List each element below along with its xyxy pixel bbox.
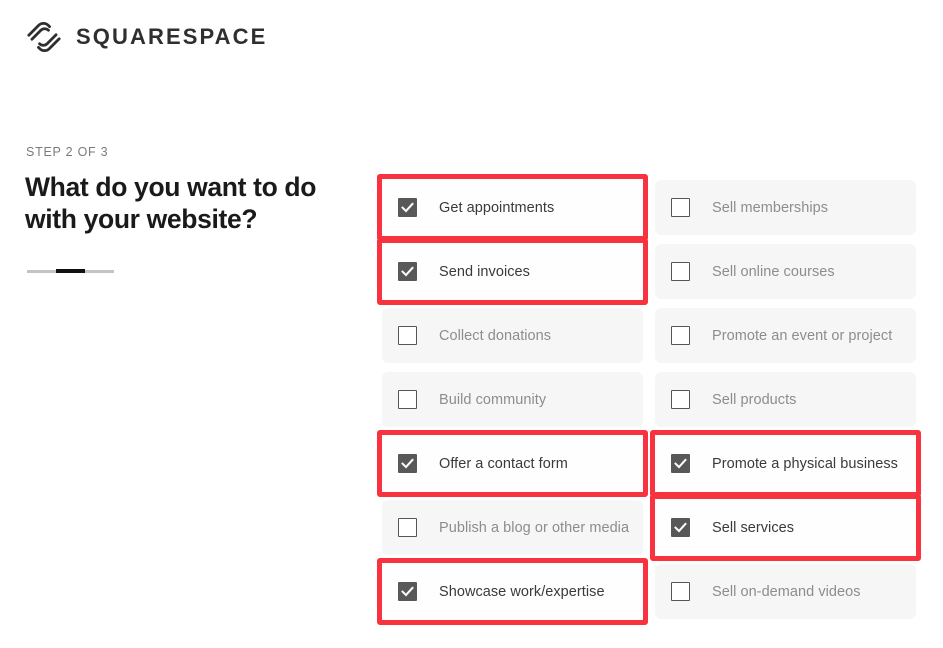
option-row[interactable]: Get appointments: [382, 180, 643, 235]
progress-segment-3: [85, 269, 114, 273]
step-indicator-label: STEP 2 OF 3: [26, 145, 109, 159]
option-label: Sell online courses: [712, 263, 835, 280]
option-row[interactable]: Publish a blog or other media: [382, 500, 643, 555]
onboarding-page: SQUARESPACE STEP 2 OF 3 What do you want…: [0, 0, 943, 648]
option-label: Publish a blog or other media: [439, 519, 630, 536]
page-title: What do you want to do with your website…: [25, 172, 317, 234]
checkbox-unchecked-icon[interactable]: [671, 326, 690, 345]
checkmark-icon: [399, 263, 416, 280]
checkmark-icon: [399, 455, 416, 472]
squarespace-logo-icon: [27, 22, 61, 52]
checkbox-unchecked-icon[interactable]: [671, 390, 690, 409]
option-row[interactable]: Sell online courses: [655, 244, 916, 299]
option-label: Sell services: [712, 519, 795, 536]
option-label: Get appointments: [439, 199, 555, 216]
option-row[interactable]: Send invoices: [382, 244, 643, 299]
option-label: Build community: [439, 391, 547, 408]
checkbox-unchecked-icon[interactable]: [398, 518, 417, 537]
checkbox-checked-icon[interactable]: [398, 198, 417, 217]
checkbox-unchecked-icon[interactable]: [398, 390, 417, 409]
checkmark-icon: [399, 199, 416, 216]
option-row[interactable]: Build community: [382, 372, 643, 427]
checkmark-icon: [672, 455, 689, 472]
option-label: Sell on-demand videos: [712, 583, 861, 600]
option-row[interactable]: Sell on-demand videos: [655, 564, 916, 619]
option-label: Sell products: [712, 391, 797, 408]
option-row[interactable]: Sell products: [655, 372, 916, 427]
checkmark-icon: [672, 519, 689, 536]
progress-segment-1: [27, 269, 56, 273]
checkbox-checked-icon[interactable]: [398, 262, 417, 281]
option-row[interactable]: Sell services: [655, 500, 916, 555]
checkbox-checked-icon[interactable]: [398, 454, 417, 473]
option-row[interactable]: Promote an event or project: [655, 308, 916, 363]
option-row[interactable]: Showcase work/expertise: [382, 564, 643, 619]
option-label: Collect donations: [439, 327, 552, 344]
brand-logo[interactable]: SQUARESPACE: [26, 20, 267, 54]
option-row[interactable]: Collect donations: [382, 308, 643, 363]
option-label: Promote an event or project: [712, 327, 893, 344]
checkbox-unchecked-icon[interactable]: [671, 262, 690, 281]
option-label: Offer a contact form: [439, 455, 568, 472]
option-label: Promote a physical business: [712, 455, 898, 472]
option-label: Send invoices: [439, 263, 530, 280]
progress-segment-2: [56, 269, 85, 273]
checkbox-checked-icon[interactable]: [671, 454, 690, 473]
brand-name: SQUARESPACE: [76, 24, 268, 49]
option-label: Sell memberships: [712, 199, 829, 216]
option-row[interactable]: Promote a physical business: [655, 436, 916, 491]
checkbox-checked-icon[interactable]: [671, 518, 690, 537]
option-label: Showcase work/expertise: [439, 583, 605, 600]
checkbox-unchecked-icon[interactable]: [398, 326, 417, 345]
checkbox-unchecked-icon[interactable]: [671, 582, 690, 601]
option-row[interactable]: Offer a contact form: [382, 436, 643, 491]
checkmark-icon: [399, 583, 416, 600]
checkbox-checked-icon[interactable]: [398, 582, 417, 601]
checkbox-unchecked-icon[interactable]: [671, 198, 690, 217]
progress-indicator: [27, 269, 114, 273]
option-row[interactable]: Sell memberships: [655, 180, 916, 235]
